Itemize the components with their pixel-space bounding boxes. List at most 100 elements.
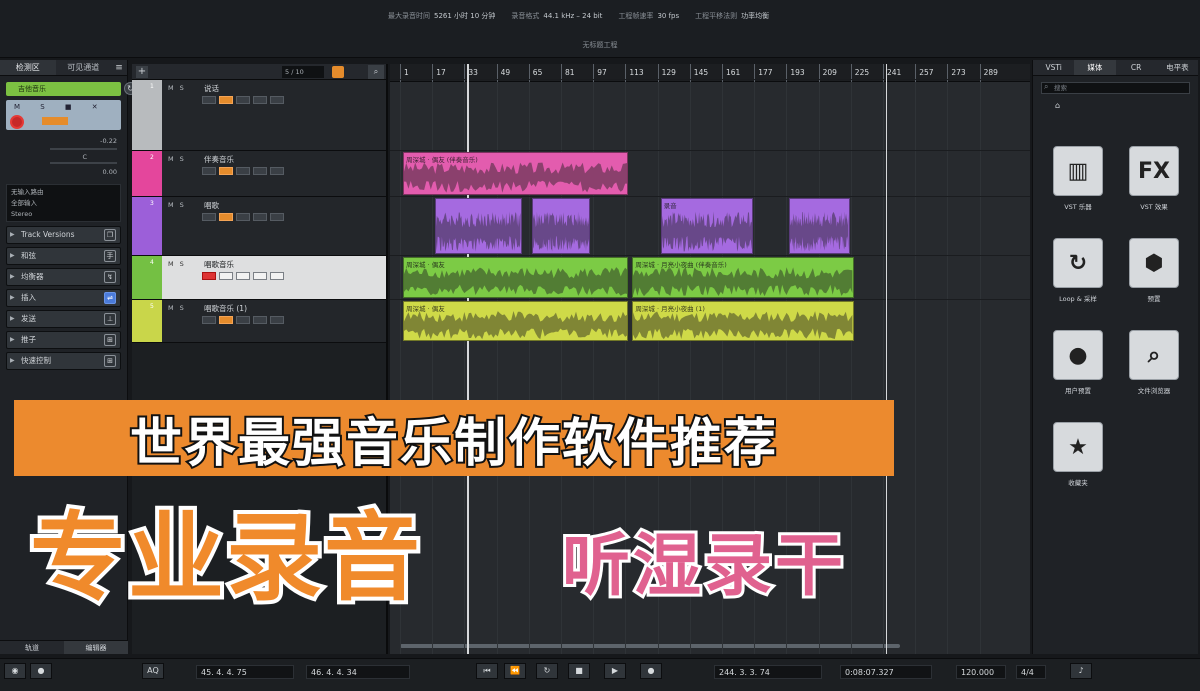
- mute-solo-buttons[interactable]: M S: [168, 260, 186, 268]
- home-icon[interactable]: ⌂: [1041, 100, 1190, 112]
- user-preset-icon[interactable]: ●: [1053, 330, 1103, 380]
- tab-tracks[interactable]: 轨道: [0, 641, 64, 654]
- mute-solo-buttons[interactable]: M S: [168, 155, 186, 163]
- section-eq[interactable]: 均衡器↯: [6, 268, 121, 286]
- audio-clip[interactable]: 周深城 · 偶友: [403, 301, 629, 341]
- hexagon-icon[interactable]: ⬢: [1129, 238, 1179, 288]
- read-automation-button[interactable]: [236, 316, 250, 324]
- monitor-button[interactable]: [219, 316, 233, 324]
- record-enable-button[interactable]: [202, 167, 216, 175]
- monitor-button[interactable]: [219, 272, 233, 280]
- monitor-button[interactable]: [219, 213, 233, 221]
- rewind-icon[interactable]: ⏪: [504, 663, 526, 679]
- section-sends[interactable]: 发送⊥: [6, 310, 121, 328]
- routing-all-inputs[interactable]: 全部输入: [11, 198, 116, 209]
- primary-position-display[interactable]: 244. 3. 3. 74: [714, 665, 822, 679]
- media-tile[interactable]: ▥ VST 乐器: [1047, 146, 1109, 211]
- media-tile[interactable]: FX VST 效果: [1123, 146, 1185, 211]
- audio-clip[interactable]: [531, 198, 591, 254]
- pan-slider[interactable]: [50, 162, 117, 164]
- volume-fader[interactable]: [50, 148, 117, 150]
- record-mode-icon[interactable]: ●: [30, 663, 52, 679]
- record-enable-button[interactable]: [10, 115, 24, 129]
- track-header[interactable]: 3 M S 唱歌: [132, 197, 386, 256]
- read-automation-button[interactable]: [236, 96, 250, 104]
- write-automation-button[interactable]: [253, 272, 267, 280]
- track-name[interactable]: 伴奏音乐: [204, 154, 234, 165]
- write-automation-button[interactable]: [253, 316, 267, 324]
- tab-inspector[interactable]: 检测区: [0, 60, 56, 75]
- routing-output[interactable]: Stereo: [11, 209, 116, 220]
- media-search-input[interactable]: 搜索: [1041, 82, 1190, 94]
- track-color-strip[interactable]: [132, 256, 162, 299]
- record-enable-button[interactable]: [202, 96, 216, 104]
- mute-solo-buttons[interactable]: M S: [168, 201, 186, 209]
- stop-button[interactable]: ■: [568, 663, 590, 679]
- metronome-icon[interactable]: ♪: [1070, 663, 1092, 679]
- inspector-track-name[interactable]: 吉他音乐 ↻: [6, 82, 137, 96]
- search-icon[interactable]: ⌕: [368, 65, 384, 79]
- section-chords[interactable]: 和弦手: [6, 247, 121, 265]
- tab-visibility[interactable]: 可见通道: [56, 60, 112, 75]
- media-tile[interactable]: ★ 收藏夹: [1047, 422, 1109, 487]
- track-color-strip[interactable]: [132, 80, 162, 150]
- audio-clip[interactable]: 录音: [660, 198, 754, 254]
- horizontal-scrollbar[interactable]: [400, 644, 900, 648]
- audio-clip[interactable]: [435, 198, 522, 254]
- loop-icon[interactable]: ↻: [1053, 238, 1103, 288]
- menu-icon[interactable]: ≡: [111, 60, 127, 75]
- read-automation-button[interactable]: [236, 213, 250, 221]
- add-track-button[interactable]: +: [136, 66, 148, 78]
- right-locator[interactable]: 46. 4. 4. 34: [306, 665, 410, 679]
- mute-solo-buttons[interactable]: M S: [168, 304, 186, 312]
- edit-channel-button[interactable]: [270, 96, 284, 104]
- audio-clip[interactable]: 周深城 · 偶友: [403, 257, 629, 298]
- tab-media[interactable]: 媒体: [1074, 60, 1116, 75]
- section-fader[interactable]: 推子⊞: [6, 331, 121, 349]
- monitor-button[interactable]: [219, 167, 233, 175]
- tab-meter[interactable]: 电平表: [1157, 60, 1198, 75]
- tab-cr[interactable]: CR: [1116, 60, 1157, 75]
- section-track-versions[interactable]: Track Versions❐: [6, 226, 121, 244]
- left-locator[interactable]: 45. 4. 4. 75: [196, 665, 294, 679]
- media-tile[interactable]: ● 用户预置: [1047, 330, 1109, 395]
- record-enable-button[interactable]: [202, 316, 216, 324]
- tempo-display[interactable]: 120.000: [956, 665, 1006, 679]
- track-name[interactable]: 说话: [204, 83, 219, 94]
- track-name[interactable]: 唱歌: [204, 200, 219, 211]
- tab-editor[interactable]: 编辑器: [64, 641, 128, 654]
- track-name[interactable]: 唱歌音乐: [204, 259, 234, 270]
- read-automation-button[interactable]: [236, 272, 250, 280]
- record-button[interactable]: ●: [640, 663, 662, 679]
- track-color-strip[interactable]: [132, 151, 162, 196]
- media-tile[interactable]: ⌕ 文件浏览器: [1123, 330, 1185, 395]
- track-header[interactable]: 4 M S 唱歌音乐: [132, 256, 386, 300]
- edit-channel-button[interactable]: [270, 213, 284, 221]
- record-enable-button[interactable]: [202, 272, 216, 280]
- write-automation-button[interactable]: [253, 96, 267, 104]
- cycle-icon[interactable]: ↻: [536, 663, 558, 679]
- edit-channel-button[interactable]: [270, 272, 284, 280]
- track-color-strip[interactable]: [132, 197, 162, 255]
- auto-quantize-icon[interactable]: AQ: [142, 663, 164, 679]
- lock-icon[interactable]: [332, 66, 344, 78]
- read-automation-button[interactable]: [236, 167, 250, 175]
- star-icon[interactable]: ★: [1053, 422, 1103, 472]
- section-inserts[interactable]: 插入⇌: [6, 289, 121, 307]
- record-enable-button[interactable]: [202, 213, 216, 221]
- track-header[interactable]: 5 M S 唱歌音乐 (1): [132, 300, 386, 343]
- secondary-time-display[interactable]: 0:08:07.327: [840, 665, 932, 679]
- routing-input[interactable]: 无输入路由: [11, 187, 116, 198]
- media-tile[interactable]: ↻ Loop & 采样: [1047, 238, 1109, 303]
- piano-keys-icon[interactable]: ▥: [1053, 146, 1103, 196]
- edit-channel-button[interactable]: [270, 316, 284, 324]
- write-automation-button[interactable]: [253, 213, 267, 221]
- mute-solo-row[interactable]: M S ■ ✕: [14, 103, 107, 111]
- track-header[interactable]: 1 M S 说话: [132, 80, 386, 151]
- audio-clip[interactable]: [789, 198, 850, 254]
- audio-clip[interactable]: 周深城 · 月亮小夜曲 (1): [632, 301, 854, 341]
- activate-project-icon[interactable]: ◉: [4, 663, 26, 679]
- media-tile[interactable]: ⬢ 预置: [1123, 238, 1185, 303]
- audio-clip[interactable]: 周深城 · 偶友 (伴奏音乐): [403, 152, 629, 195]
- section-quick-controls[interactable]: 快速控制⊞: [6, 352, 121, 370]
